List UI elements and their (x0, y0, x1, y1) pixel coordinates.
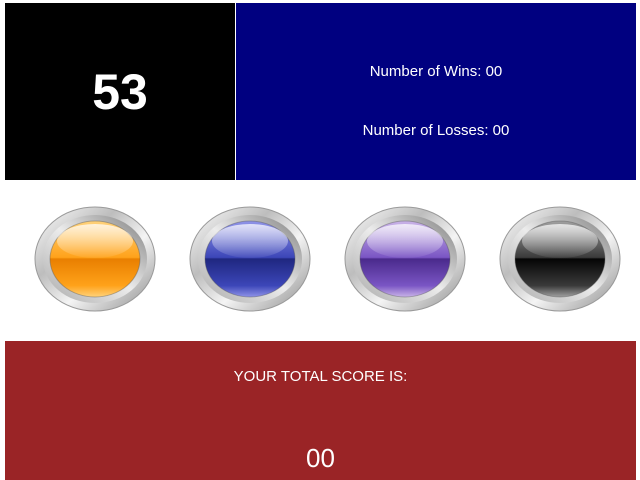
target-number: 53 (92, 63, 148, 120)
blue-gem-button[interactable] (188, 205, 312, 313)
orange-gem-button[interactable] (33, 205, 157, 313)
black-gem-icon (499, 206, 621, 312)
purple-gem-button[interactable] (343, 205, 467, 313)
orange-gem-icon (34, 206, 156, 312)
wins-counter: Number of Wins: 00 (369, 63, 503, 80)
stats-panel: Number of Wins: 00 Number of Losses: 00 (236, 3, 636, 180)
score-panel: YOUR TOTAL SCORE IS: 00 (5, 341, 636, 480)
blue-gem-icon (189, 206, 311, 312)
purple-gem-icon (344, 206, 466, 312)
losses-counter: Number of Losses: 00 (362, 122, 510, 139)
score-value: 00 (306, 443, 335, 473)
game-board: 53 Number of Wins: 00 Number of Losses: … (0, 0, 640, 480)
target-number-panel: 53 (5, 3, 235, 180)
black-gem-button[interactable] (498, 205, 622, 313)
score-label: YOUR TOTAL SCORE IS: (233, 368, 408, 385)
